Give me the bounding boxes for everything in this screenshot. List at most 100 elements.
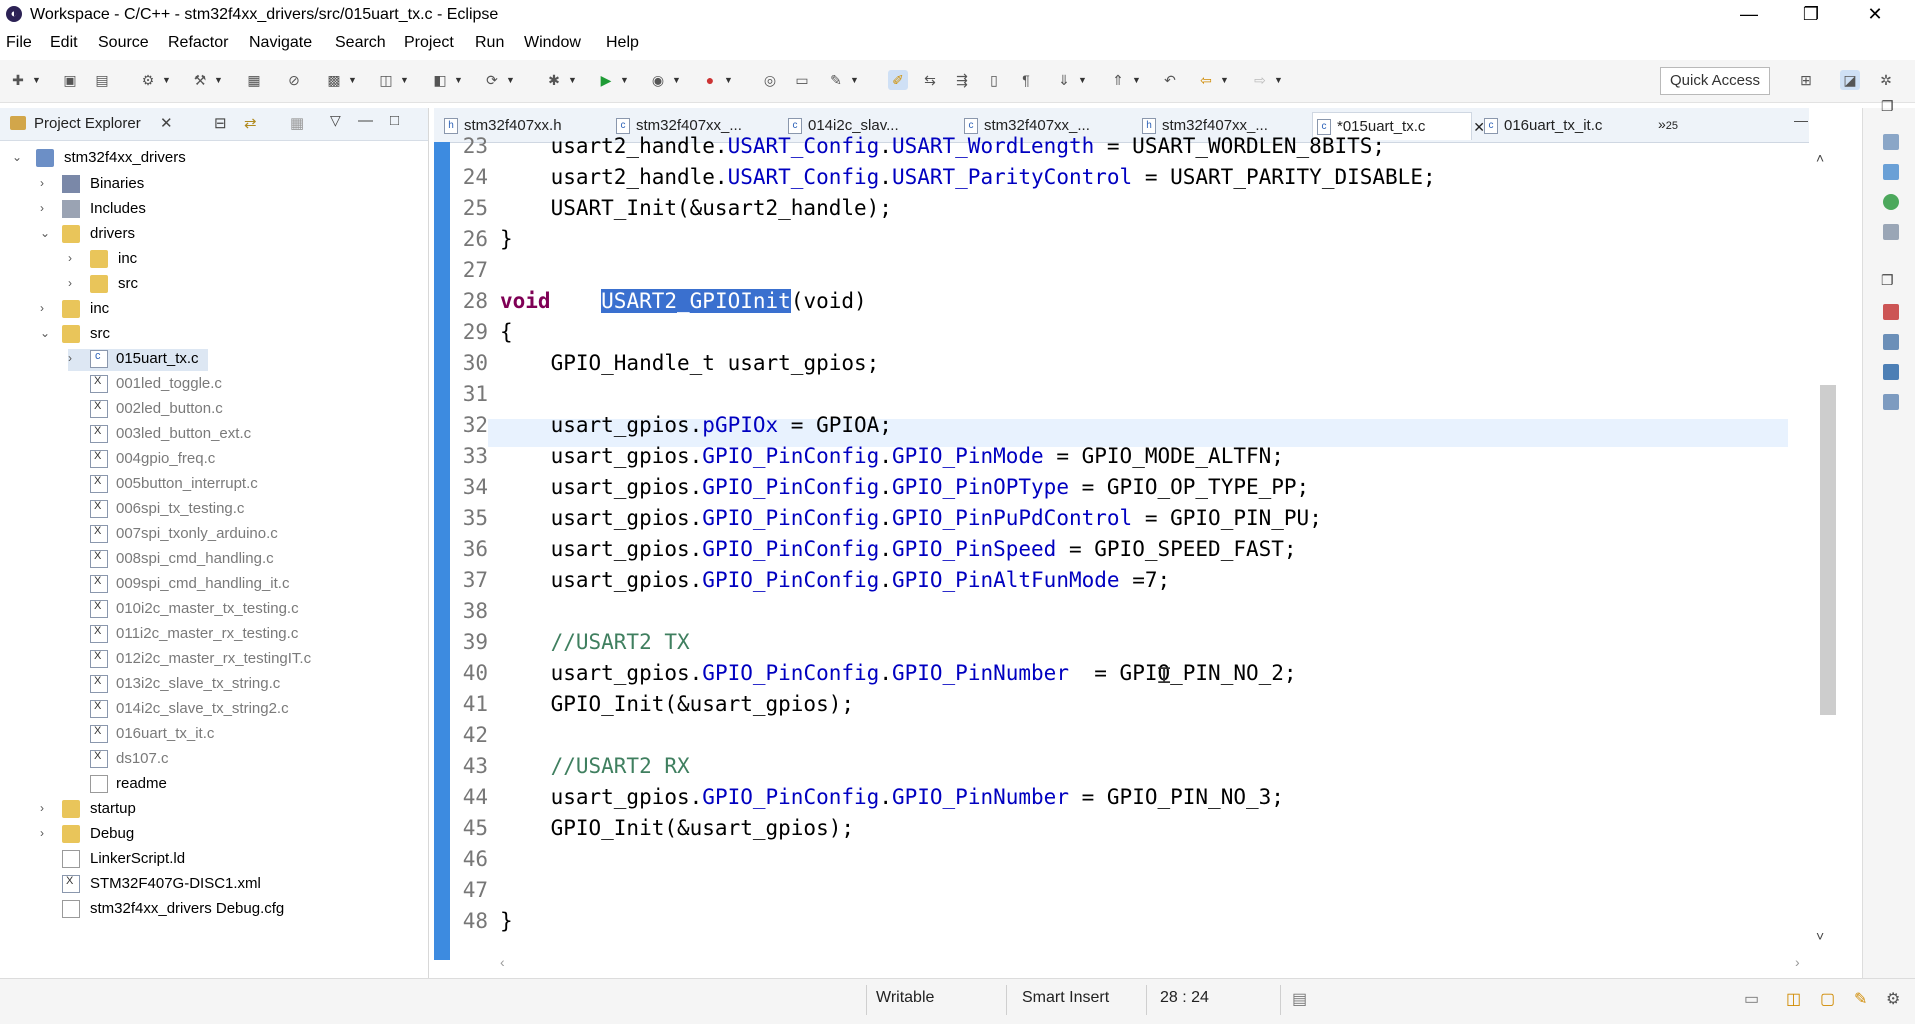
code-line[interactable]: usart_gpios.pGPIOx = GPIOA; (500, 413, 892, 437)
problems-icon[interactable] (1883, 304, 1899, 320)
chevron-down-icon[interactable]: ▼ (850, 70, 860, 90)
next-annotation-icon[interactable]: ⇓ (1054, 70, 1074, 90)
chevron-down-icon[interactable]: ▼ (400, 70, 410, 90)
search-icon[interactable]: ✎ (826, 70, 846, 90)
close-icon[interactable]: ✕ (160, 114, 173, 132)
code-line[interactable]: usart2_handle.USART_Config.USART_WordLen… (500, 134, 1385, 158)
code-line[interactable]: usart_gpios.GPIO_PinConfig.GPIO_PinSpeed… (500, 537, 1297, 561)
save-all-icon[interactable]: ▤ (92, 70, 112, 90)
menu-window[interactable]: Window (524, 34, 581, 52)
collapse-all-icon[interactable]: ⊟ (214, 114, 227, 132)
new-folder-icon[interactable]: ◫ (376, 70, 396, 90)
status-insert-mode[interactable]: Smart Insert (1022, 989, 1109, 1007)
scroll-up-icon[interactable]: ˄ (1816, 150, 1824, 166)
menu-run[interactable]: Run (475, 34, 504, 52)
chevron-right-icon[interactable]: › (40, 176, 52, 190)
minimize-editor-icon[interactable]: — (1794, 112, 1808, 128)
chevron-right-icon[interactable]: › (68, 351, 80, 365)
chevron-right-icon[interactable]: › (68, 251, 80, 265)
binary-icon[interactable]: ▦ (244, 70, 264, 90)
chevron-down-icon[interactable]: ▼ (1274, 70, 1284, 90)
external-tools-icon[interactable]: ● (700, 70, 720, 90)
tab-overflow[interactable]: »25 (1658, 116, 1678, 132)
pencil-icon[interactable]: ✎ (1854, 989, 1867, 1009)
menu-search[interactable]: Search (335, 34, 386, 52)
chevron-down-icon[interactable]: ▼ (1220, 70, 1230, 90)
outline-icon[interactable] (1883, 134, 1899, 150)
minimize-button[interactable]: — (1726, 0, 1772, 30)
code-comment[interactable]: //USART2 TX (500, 630, 690, 654)
word-wrap-icon[interactable]: ⇶ (952, 70, 972, 90)
restore-view-icon[interactable]: ❐ (1881, 272, 1894, 289)
code-line[interactable]: USART_Init(&usart2_handle); (500, 196, 892, 220)
chevron-down-icon[interactable]: ⌄ (12, 150, 24, 164)
build-settings-icon[interactable]: ⚙ (138, 70, 158, 90)
skip-breakpoints-icon[interactable]: ⊘ (284, 70, 304, 90)
menu-help[interactable]: Help (606, 34, 639, 52)
console-icon[interactable] (1883, 334, 1899, 350)
chevron-right-icon[interactable]: › (40, 301, 52, 315)
debug-icon[interactable]: ✱ (544, 70, 564, 90)
run-icon[interactable]: ▶ (596, 70, 616, 90)
block-select-icon[interactable]: ▯ (984, 70, 1004, 90)
new-class-icon[interactable]: ◧ (430, 70, 450, 90)
refresh-icon[interactable]: ⟳ (482, 70, 502, 90)
restore-view-icon[interactable]: ❐ (1881, 98, 1894, 115)
code-comment[interactable]: //USART2 RX (500, 754, 690, 778)
menu-project[interactable]: Project (404, 34, 454, 52)
quick-access-field[interactable]: Quick Access (1660, 67, 1770, 95)
close-button[interactable]: ✕ (1852, 0, 1898, 30)
link-with-editor-icon[interactable]: ⇄ (244, 114, 257, 132)
cpp-perspective-icon[interactable]: ◪ (1840, 70, 1860, 90)
code-line[interactable]: usart_gpios.GPIO_PinConfig.GPIO_PinAltFu… (500, 568, 1171, 592)
code-line[interactable]: { (500, 320, 513, 344)
menu-edit[interactable]: Edit (50, 34, 78, 52)
last-edit-icon[interactable]: ↶ (1160, 70, 1180, 90)
code-line[interactable]: usart2_handle.USART_Config.USART_ParityC… (500, 165, 1436, 189)
save-icon[interactable]: ▣ (60, 70, 80, 90)
toggle-mark-icon[interactable]: ⇆ (920, 70, 940, 90)
back-icon[interactable]: ⇦ (1196, 70, 1216, 90)
properties-icon[interactable] (1883, 224, 1899, 240)
code-line[interactable]: GPIO_Init(&usart_gpios); (500, 816, 854, 840)
chevron-down-icon[interactable]: ▼ (1132, 70, 1142, 90)
tasks-icon[interactable] (1883, 164, 1899, 180)
task-list-icon[interactable]: ▭ (1744, 989, 1759, 1009)
code-line[interactable]: usart_gpios.GPIO_PinConfig.GPIO_PinNumbe… (500, 785, 1284, 809)
memory-icon[interactable] (1883, 394, 1899, 410)
chevron-down-icon[interactable]: ▼ (620, 70, 630, 90)
code-line[interactable]: usart_gpios.GPIO_PinConfig.GPIO_PinMode … (500, 444, 1284, 468)
filter-icon[interactable]: ▦ (290, 114, 304, 132)
chevron-down-icon[interactable]: ▼ (162, 70, 172, 90)
build-hammer-icon[interactable]: ⚒ (190, 70, 210, 90)
chevron-down-icon[interactable]: ⌄ (40, 326, 52, 340)
code-line[interactable]: usart_gpios.GPIO_PinConfig.GPIO_PinOPTyp… (500, 475, 1310, 499)
code-line[interactable]: usart_gpios.GPIO_PinConfig.GPIO_PinNumbe… (500, 661, 1297, 685)
chevron-down-icon[interactable]: ▼ (506, 70, 516, 90)
chevron-right-icon[interactable]: › (40, 826, 52, 840)
chevron-down-icon[interactable]: ⌄ (40, 226, 52, 240)
highlight-icon[interactable]: ✐ (888, 70, 908, 90)
progress-icon[interactable]: ▤ (1292, 989, 1307, 1009)
sticky-note-icon[interactable]: ▢ (1820, 989, 1835, 1009)
chevron-down-icon[interactable]: ▼ (214, 70, 224, 90)
chevron-down-icon[interactable]: ▼ (672, 70, 682, 90)
scroll-right-icon[interactable]: › (1795, 954, 1800, 970)
tools-icon[interactable]: ⚙ (1886, 989, 1900, 1009)
vertical-scrollbar-thumb[interactable] (1820, 385, 1836, 715)
chevron-down-icon[interactable]: ▼ (454, 70, 464, 90)
menu-navigate[interactable]: Navigate (249, 34, 312, 52)
chevron-down-icon[interactable]: ▼ (724, 70, 734, 90)
new-cpp-project-icon[interactable]: ▩ (324, 70, 344, 90)
coverage-icon[interactable]: ◉ (648, 70, 668, 90)
chevron-right-icon[interactable]: › (40, 801, 52, 815)
tree-item-015uart[interactable]: › 015uart_tx.c (68, 349, 208, 371)
code-line[interactable]: } (500, 909, 513, 933)
build-targets-icon[interactable] (1883, 194, 1899, 210)
restore-button[interactable]: ❐ (1788, 0, 1834, 30)
search-view-icon[interactable] (1883, 364, 1899, 380)
view-menu-icon[interactable]: ▽ (330, 112, 341, 129)
minimize-view-icon[interactable]: — (358, 112, 373, 129)
chevron-down-icon[interactable]: ▼ (348, 70, 358, 90)
scroll-left-icon[interactable]: ‹ (500, 954, 505, 970)
